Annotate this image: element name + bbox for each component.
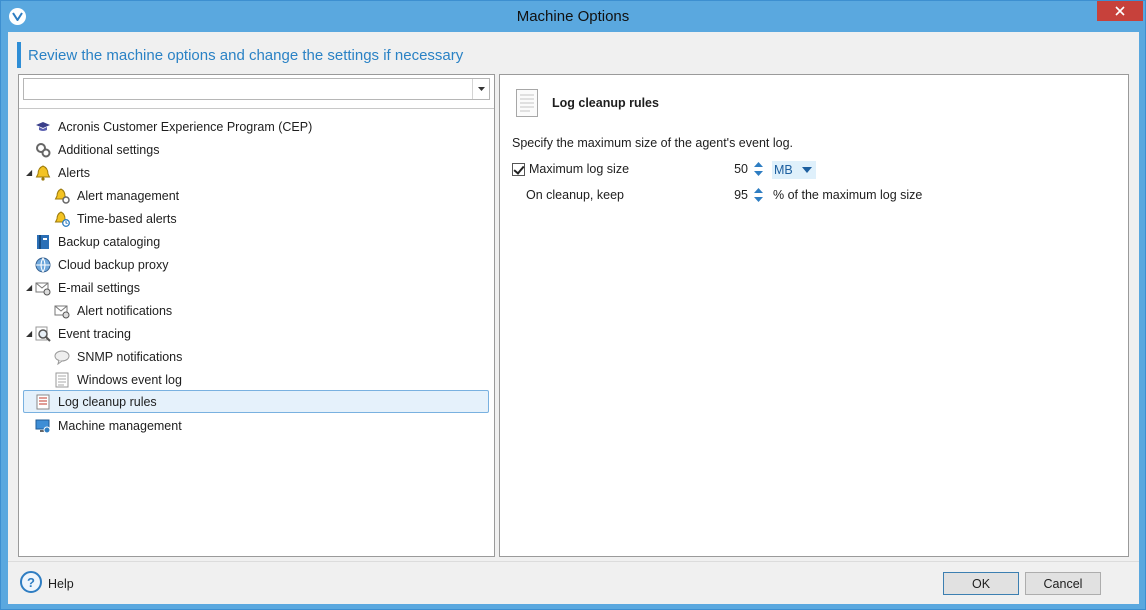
tree-item-time-based-alerts[interactable]: Time-based alerts	[54, 208, 177, 230]
tree-item-label: Alert notifications	[77, 304, 173, 318]
log-list-icon	[35, 394, 51, 410]
tree-item-label: Cloud backup proxy	[58, 258, 169, 272]
email-gear-icon	[35, 280, 51, 296]
max-log-size-option[interactable]: Maximum log size	[512, 162, 629, 176]
panel-description: Specify the maximum size of the agent's …	[512, 136, 793, 150]
tree-item-label: SNMP notifications	[77, 350, 183, 364]
tree-item-log-cleanup-rules[interactable]: Log cleanup rules	[23, 390, 489, 413]
options-tree-pane: Acronis Customer Experience Program (CEP…	[18, 74, 495, 557]
magnifier-icon	[35, 326, 51, 342]
tree-item-cep[interactable]: Acronis Customer Experience Program (CEP…	[35, 116, 312, 138]
monitor-icon	[35, 418, 51, 434]
tree-item-alert-management[interactable]: Alert management	[54, 185, 179, 207]
keep-value[interactable]: 95	[718, 188, 748, 202]
tree-item-email-settings[interactable]: E-mail settings	[35, 277, 140, 299]
max-log-size-label: Maximum log size	[529, 162, 630, 176]
graduation-cap-icon	[35, 119, 51, 135]
max-log-size-spinner[interactable]	[753, 160, 764, 178]
tree-item-windows-event-log[interactable]: Windows event log	[54, 369, 182, 391]
help-link[interactable]: Help	[48, 577, 74, 591]
max-log-size-value[interactable]: 50	[718, 162, 748, 176]
tree-item-snmp-notifications[interactable]: SNMP notifications	[54, 346, 182, 368]
tree-item-label: Machine management	[58, 419, 182, 433]
tree-item-label: Windows event log	[77, 373, 182, 387]
divider	[19, 108, 494, 109]
dialog-body: Review the machine options and change th…	[8, 32, 1139, 604]
tree-item-label: Time-based alerts	[77, 212, 177, 226]
time-alert-icon	[54, 211, 70, 227]
panel-title: Log cleanup rules	[552, 96, 659, 110]
log-document-icon	[516, 89, 538, 117]
alert-management-icon	[54, 188, 70, 204]
tree-item-backup-cataloging[interactable]: Backup cataloging	[35, 231, 160, 253]
close-button[interactable]	[1097, 1, 1143, 21]
footer-divider	[8, 561, 1139, 562]
tree-item-label: Event tracing	[58, 327, 131, 341]
unit-value: MB	[774, 163, 793, 177]
catalog-book-icon	[35, 234, 51, 250]
document-icon	[54, 372, 70, 388]
cancel-button[interactable]: Cancel	[1025, 572, 1101, 595]
tree-item-event-tracing[interactable]: Event tracing	[35, 323, 131, 345]
tree-item-label: Log cleanup rules	[58, 394, 157, 409]
bell-icon	[35, 165, 51, 181]
expand-triangle-icon[interactable]: ◢	[26, 168, 32, 177]
tree-filter-dropdown[interactable]	[23, 78, 490, 100]
email-gear-icon	[54, 303, 70, 319]
header-accent-bar	[17, 42, 21, 68]
close-icon	[1115, 6, 1125, 16]
title-bar[interactable]: Machine Options	[1, 1, 1145, 32]
tree-item-label: Alert management	[77, 189, 180, 203]
help-icon[interactable]: ?	[20, 571, 42, 593]
tree-item-label: Acronis Customer Experience Program (CEP…	[58, 120, 313, 134]
tree-item-alert-notifications[interactable]: Alert notifications	[54, 300, 172, 322]
expand-triangle-icon[interactable]: ◢	[26, 329, 32, 338]
ok-button[interactable]: OK	[943, 572, 1019, 595]
max-log-size-checkbox[interactable]	[512, 162, 525, 176]
chevron-down-icon[interactable]	[472, 79, 489, 99]
tree-item-machine-management[interactable]: Machine management	[35, 415, 182, 437]
gears-icon	[35, 142, 51, 158]
header-text: Review the machine options and change th…	[28, 47, 464, 64]
expand-triangle-icon[interactable]: ◢	[26, 283, 32, 292]
tree-item-label: E-mail settings	[58, 281, 140, 295]
speech-bubble-icon	[54, 349, 70, 365]
tree-item-label: Alerts	[58, 166, 90, 180]
tree-item-label: Additional settings	[58, 143, 160, 157]
machine-options-window: Machine Options Review the machine optio…	[0, 0, 1146, 610]
keep-label: On cleanup, keep	[526, 188, 624, 202]
tree-item-alerts[interactable]: Alerts	[35, 162, 90, 184]
options-detail-pane: Log cleanup rules Specify the maximum si…	[499, 74, 1129, 557]
keep-suffix: % of the maximum log size	[773, 188, 923, 202]
keep-spinner[interactable]	[753, 186, 764, 204]
tree-item-cloud-backup-proxy[interactable]: Cloud backup proxy	[35, 254, 168, 276]
window-title: Machine Options	[516, 8, 630, 25]
globe-icon	[35, 257, 51, 273]
tree-item-additional-settings[interactable]: Additional settings	[35, 139, 159, 161]
tree-item-label: Backup cataloging	[58, 235, 161, 249]
chevron-down-icon[interactable]	[802, 167, 812, 173]
